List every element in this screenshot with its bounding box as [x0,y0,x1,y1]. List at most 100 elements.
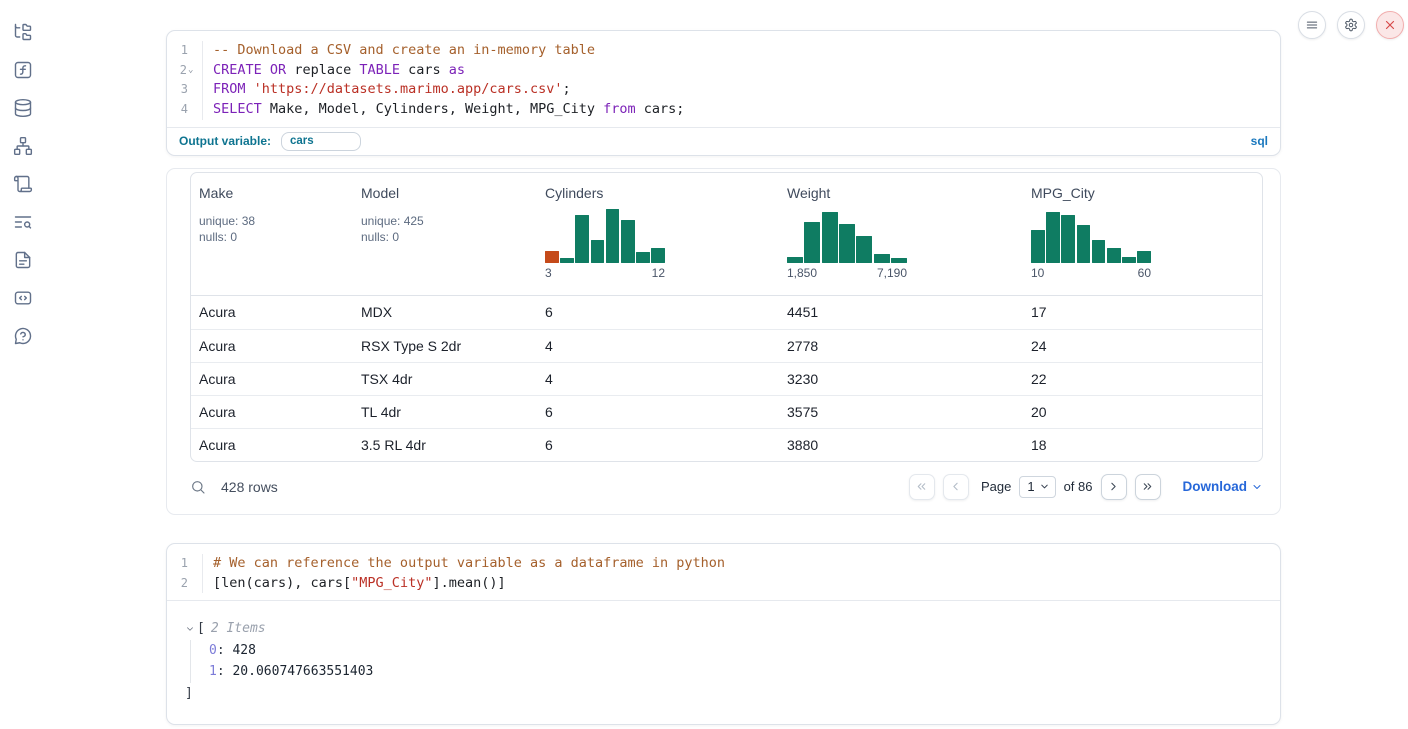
row-count: 428 rows [221,479,278,495]
sidebar-item-outline-search[interactable] [12,211,34,233]
output-variable-input[interactable]: cars [281,132,361,151]
column-histogram: 1,850 7,190 [787,209,907,280]
column-stats: unique: 38nulls: 0 [199,213,345,245]
column-stats: unique: 425nulls: 0 [361,213,529,245]
axis-min: 1,850 [787,266,817,280]
download-button[interactable]: Download [1183,479,1264,494]
column-header[interactable]: MPG_City 1060 [1023,173,1262,295]
table-cell: TSX 4dr [353,363,537,395]
page-total: of 86 [1064,479,1093,494]
table-cell: 3.5 RL 4dr [353,429,537,461]
column-header[interactable]: Model unique: 425nulls: 0 [353,173,537,295]
shutdown-button[interactable] [1376,11,1404,39]
last-page-button[interactable] [1135,474,1161,500]
table-cell: 3575 [779,396,1023,428]
first-page-button[interactable] [909,474,935,500]
data-table: Make unique: 38nulls: 0 Model unique: 425nu… [190,172,1263,462]
tree-entry: 1: 20.060747663551403 [209,661,1280,683]
sidebar-item-snippets[interactable] [12,287,34,309]
table-cell: RSX Type S 2dr [353,330,537,362]
table-row: AcuraTSX 4dr4323022 [191,362,1262,395]
sidebar-item-help[interactable] [12,325,34,347]
table-cell: Acura [191,396,353,428]
sidebar-item-variables[interactable] [12,59,34,81]
table-cell: 20 [1023,396,1262,428]
table-cell: 6 [537,396,779,428]
sidebar-item-documentation[interactable] [12,249,34,271]
column-header[interactable]: Cylinders312 [537,173,779,295]
chevrons-left-icon [915,480,928,493]
axis-max: 12 [652,266,665,280]
line-number: 2⌄ [167,61,203,81]
line-number: 2 [167,574,203,594]
function-square-icon [13,60,33,80]
table-cell: 4451 [779,296,1023,329]
table-cell: 4 [537,330,779,362]
column-label: Weight [787,185,1015,201]
table-footer: 428 rows Page 1 of 86 Download [190,472,1263,502]
sql-cell-footer: Output variable: cars sql [167,127,1280,155]
line-number: 1 [167,41,203,61]
line-number: 4 [167,100,203,120]
next-page-button[interactable] [1101,474,1127,500]
table-row: AcuraTL 4dr6357520 [191,395,1262,428]
python-output: [ 2 Items 0: 4281: 20.060747663551403 ] [167,600,1280,724]
chevrons-right-icon [1141,480,1154,493]
tree-entry: 0: 428 [209,640,1280,662]
python-code-editor[interactable]: 1# We can reference the output variable … [167,544,1280,600]
scroll-icon [13,174,33,194]
axis-min: 10 [1031,266,1044,280]
column-label: Model [361,185,529,201]
code-line: 2⌄CREATE OR replace TABLE cars as [167,61,1280,81]
output-variable-label: Output variable: [179,134,271,148]
language-badge[interactable]: sql [1251,134,1268,148]
file-tree-icon [13,22,33,42]
code-line: 4SELECT Make, Model, Cylinders, Weight, … [167,100,1280,120]
code-line: 1-- Download a CSV and create an in-memo… [167,41,1280,61]
sql-code-editor[interactable]: 1-- Download a CSV and create an in-memo… [167,31,1280,127]
notebook-area: 1-- Download a CSV and create an in-memo… [166,0,1281,725]
document-icon [13,250,33,270]
line-number: 3 [167,80,203,100]
chevron-right-icon [1107,480,1120,493]
fold-chevron-icon[interactable]: ⌄ [188,66,199,75]
axis-max: 7,190 [877,266,907,280]
sidebar [0,0,46,729]
pagination: Page 1 of 86 Download [909,474,1263,500]
column-label: Make [199,185,345,201]
chevron-left-icon [949,480,962,493]
chevron-down-icon [1039,481,1050,492]
table-cell: Acura [191,330,353,362]
search-icon[interactable] [190,479,206,495]
column-histogram: 1060 [1031,209,1151,280]
topbar-actions [1298,11,1404,39]
sidebar-item-file-explorer[interactable] [12,21,34,43]
table-cell: 17 [1023,296,1262,329]
column-header[interactable]: Make unique: 38nulls: 0 [191,173,353,295]
column-label: MPG_City [1031,185,1254,201]
table-cell: 6 [537,296,779,329]
menu-button[interactable] [1298,11,1326,39]
tree-children: 0: 4281: 20.060747663551403 [190,640,1280,683]
tree-collapse-icon[interactable] [185,624,197,634]
sidebar-item-data-sources[interactable] [12,97,34,119]
column-header[interactable]: Weight 1,850 7,190 [779,173,1023,295]
network-icon [13,136,33,156]
close-icon [1383,18,1397,32]
table-cell: 3880 [779,429,1023,461]
page-select[interactable]: 1 [1019,476,1055,498]
previous-page-button[interactable] [943,474,969,500]
table-footer-left: 428 rows [190,479,278,495]
sql-cell: 1-- Download a CSV and create an in-memo… [166,30,1281,156]
sidebar-item-logs[interactable] [12,173,34,195]
table-header: Make unique: 38nulls: 0 Model unique: 425nu… [191,173,1262,296]
chevron-down-icon [1251,481,1263,493]
code-line: 3FROM 'https://datasets.marimo.app/cars.… [167,80,1280,100]
list-search-icon [13,212,33,232]
table-cell: 4 [537,363,779,395]
sidebar-item-dependency-graph[interactable] [12,135,34,157]
database-icon [13,98,33,118]
table-cell: 22 [1023,363,1262,395]
menu-icon [1305,18,1319,32]
settings-button[interactable] [1337,11,1365,39]
